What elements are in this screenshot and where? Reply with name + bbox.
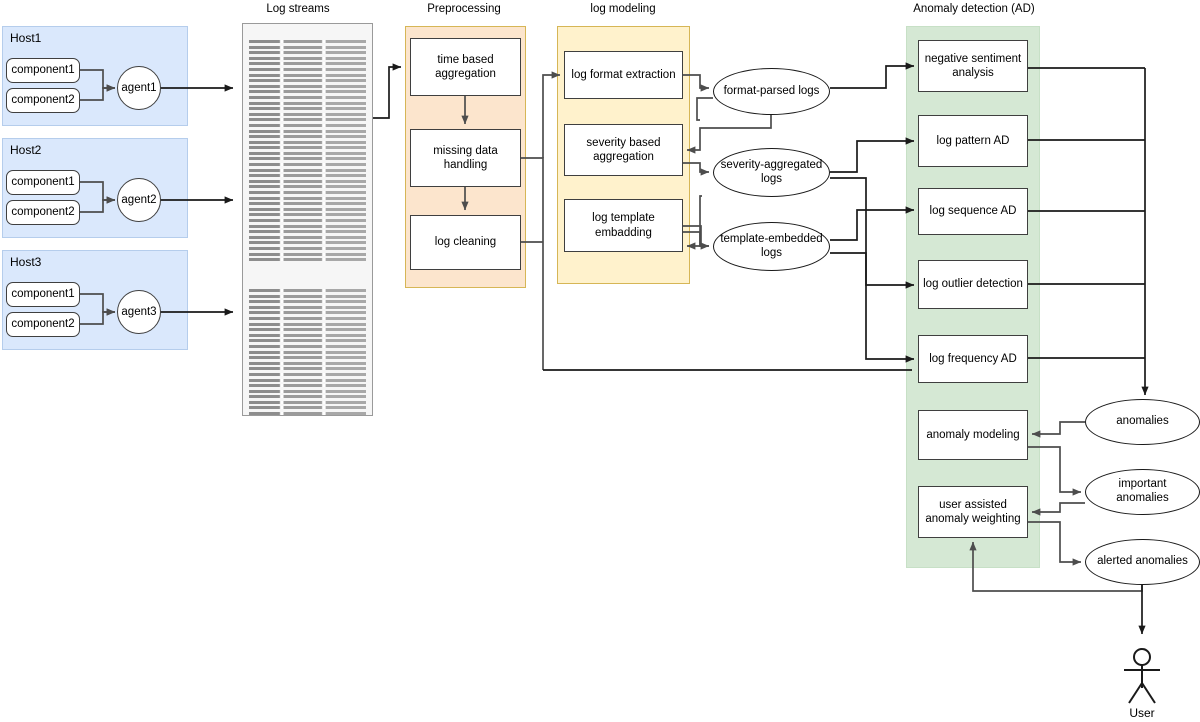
ad-node-log-outlier-detection[interactable]: log outlier detection [918,260,1028,309]
user-actor-figure [1124,648,1160,704]
output-node-important-anomalies[interactable]: important anomalies [1085,469,1200,515]
agent-node[interactable]: agent1 [117,66,161,110]
user-actor-label: User [1129,706,1155,720]
ad-node-log-frequency-ad[interactable]: log frequency AD [918,335,1028,383]
component-box[interactable]: component1 [6,282,80,307]
ad-node-log-pattern-ad[interactable]: log pattern AD [918,115,1028,167]
agent-node[interactable]: agent3 [117,290,161,334]
preprocessing-node-time-based-aggregation[interactable]: time based aggregation [410,38,521,96]
component-box[interactable]: component2 [6,88,80,113]
preprocessing-node-log-cleaning[interactable]: log cleaning [410,215,521,270]
data-node-severity-aggregated-logs[interactable]: severity-aggregated logs [713,148,830,197]
component-box[interactable]: component2 [6,312,80,337]
diagram-canvas: Log streams Preprocessing log modeling A… [0,0,1200,722]
host-label: Host1 [10,31,42,45]
component-box[interactable]: component1 [6,58,80,83]
ad-node-log-sequence-ad[interactable]: log sequence AD [918,188,1028,235]
host-label: Host2 [10,143,42,157]
data-node-format-parsed-logs[interactable]: format-parsed logs [713,68,830,115]
log-modeling-node-log-format-extraction[interactable]: log format extraction [564,51,683,99]
component-box[interactable]: component2 [6,200,80,225]
log-modeling-node-log-template-embadding[interactable]: log template embadding [564,199,683,252]
host-label: Host3 [10,255,42,269]
agent-node[interactable]: agent2 [117,178,161,222]
log-modeling-node-severity-based-aggregation[interactable]: severity based aggregation [564,124,683,176]
ad-node-anomaly-modeling[interactable]: anomaly modeling [918,410,1028,460]
data-node-template-embedded-logs[interactable]: template-embedded logs [713,222,830,271]
ad-node-user-assisted-anomaly-weighting[interactable]: user assisted anomaly weighting [918,486,1028,538]
ad-node-negative-sentiment-analysis[interactable]: negative sentiment analysis [918,40,1028,92]
preprocessing-node-missing-data-handling[interactable]: missing data handling [410,129,521,187]
output-node-alerted-anomalies[interactable]: alerted anomalies [1085,539,1200,585]
component-box[interactable]: component1 [6,170,80,195]
output-node-anomalies[interactable]: anomalies [1085,399,1200,445]
